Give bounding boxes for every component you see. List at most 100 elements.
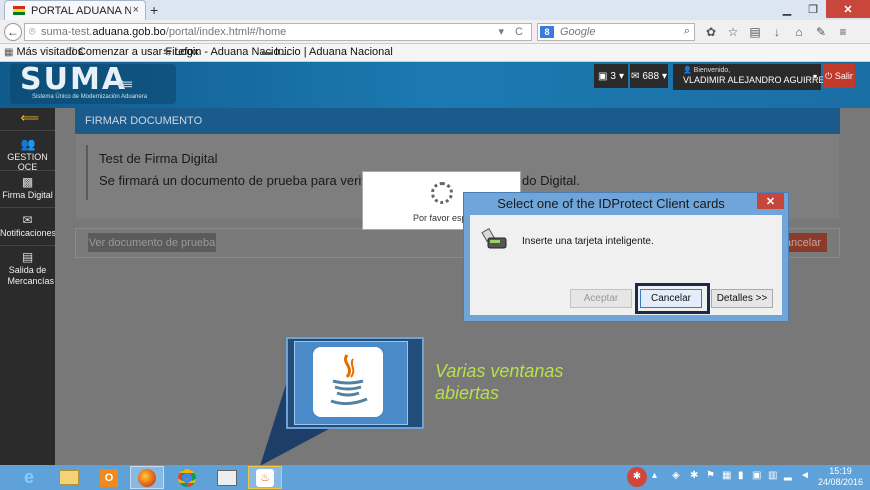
tray-bluetooth-icon[interactable]: ✱ (690, 470, 698, 481)
menu-icon[interactable]: ≡ (832, 23, 854, 41)
view-test-document-button[interactable]: Ver documento de prueba (88, 233, 216, 252)
bolivia-flag-icon (13, 6, 25, 15)
suma-logo[interactable]: SUMA ⇚ Sistema Único de Modernización Ad… (10, 62, 176, 104)
user-menu[interactable]: 👤 Bienvenido, VLADIMIR ALEJANDRO AGUIRRE… (673, 64, 835, 90)
panel-description: Se firmará un documento de prueba para v… (99, 173, 386, 188)
java-icon (313, 347, 383, 417)
tray-volume-icon[interactable]: ◄ (800, 470, 810, 481)
sidebar-item-firma-digital[interactable]: ▩ Firma Digital (0, 176, 55, 200)
logo-text: SUMA (20, 62, 128, 97)
toolbar-icons: ✿ ☆ ▤ ↓ ⌂ ✎ ≡ (700, 23, 854, 41)
panel-header-title: FIRMAR DOCUMENTO (85, 115, 203, 127)
welcome-text: 👤 Bienvenido, (683, 67, 731, 74)
firefox-icon (138, 468, 156, 487)
annotation-line-2: abiertas (435, 383, 500, 403)
envelope-icon: ✉ (22, 213, 33, 227)
bookmark-label: Inicio | Aduana Nacional (275, 46, 393, 58)
dialog-message: Inserte una tarjeta inteligente. (522, 236, 654, 247)
flag-arrow-icon: ⟸ (20, 110, 40, 125)
page-icon: ☐ (66, 46, 75, 58)
java-small-icon: ♨ (256, 468, 274, 487)
url-bar[interactable]: ⌾ suma-test.aduana.gob.bo/portal/index.h… (24, 23, 532, 41)
folder-icon (59, 470, 79, 485)
explorer-taskbar-button[interactable] (52, 466, 86, 489)
google-icon[interactable]: 8 (540, 26, 554, 38)
details-button[interactable]: Detalles >> (711, 289, 773, 308)
tray-battery-icon[interactable]: ▮ (738, 470, 744, 481)
restore-icon[interactable]: ❐ (800, 0, 826, 18)
annotation-line-1: Varias ventanas (435, 361, 564, 381)
outlook-taskbar-button[interactable]: O (92, 466, 126, 489)
sidebar-item-label: Notificaciones (0, 228, 57, 238)
divider (0, 130, 55, 131)
mail-count: 688 (642, 70, 660, 82)
internet-explorer-icon: e (23, 467, 34, 487)
back-button[interactable]: ← (4, 23, 22, 41)
tray-app-icon[interactable]: ◈ (672, 470, 680, 481)
ie-taskbar-button[interactable]: e (12, 466, 46, 489)
link-icon: ⇆ (163, 46, 172, 58)
reload-icon[interactable]: ▾ C (498, 25, 527, 38)
chrome-icon (178, 468, 196, 487)
new-tab-button[interactable]: + (150, 2, 158, 18)
tray-security-icon[interactable]: ▦ (722, 470, 731, 481)
divider (0, 207, 55, 208)
dialog-close-icon[interactable]: ✕ (757, 193, 784, 209)
tray-signal-icon[interactable]: ▂ (784, 470, 792, 481)
download-icon[interactable]: ↓ (766, 23, 788, 41)
cancel-button[interactable]: Cancelar (640, 289, 702, 308)
app-icon (217, 469, 237, 486)
divider (0, 170, 55, 171)
sidebar-item-label: Salida de Mercancías (7, 265, 55, 286)
power-icon: ⏻ (825, 70, 833, 81)
extension-icon[interactable]: ✎ (810, 23, 832, 41)
tray-expand-icon[interactable]: ▴ (652, 470, 657, 481)
addon-icon[interactable]: ✿ (700, 23, 722, 41)
taskbar-clock[interactable]: 15:19 24/08/2016 (818, 466, 863, 488)
smart-card-reader-icon (481, 228, 507, 249)
sidebar-item-salida-mercancias[interactable]: ▤ Salida de Mercancías (0, 251, 55, 287)
search-bar[interactable]: 8 Google ⌕ (537, 23, 695, 41)
sidebar-item-gestion-oce[interactable]: 👥 GESTION OCE (0, 138, 55, 172)
annotation-text: Varias ventanas abiertas (435, 360, 563, 404)
tab-close-icon[interactable]: × (133, 4, 139, 16)
bookmark-inicio-aduana[interactable]: ▬ Inicio | Aduana Nacional (262, 46, 393, 58)
minimize-icon[interactable]: ▁ (774, 0, 800, 18)
dialog-title: Select one of the IDProtect Client cards (497, 196, 725, 211)
logout-button[interactable]: ⏻ Salir (823, 64, 855, 88)
tray-flag-icon[interactable]: ⚑ (706, 470, 715, 481)
home-icon[interactable]: ⌂ (788, 23, 810, 41)
caret-icon: ▾ (812, 72, 817, 81)
document-icon: ▤ (21, 250, 34, 264)
logo-subtitle: Sistema Único de Modernización Aduanera (32, 94, 148, 100)
search-icon[interactable]: ⌕ (684, 25, 690, 38)
chrome-taskbar-button[interactable] (170, 466, 204, 489)
library-icon[interactable]: ▤ (744, 23, 766, 41)
caret-icon: ▾ (662, 70, 668, 82)
browser-tab[interactable]: PORTAL ADUANA NACIO... × (4, 0, 146, 20)
url-text: suma-test.aduana.gob.bo/portal/index.htm… (41, 26, 287, 38)
globe-icon: ⌾ (29, 26, 36, 38)
mail-button[interactable]: ✉ 688 ▾ (630, 64, 668, 88)
envelope-icon: ✉ (630, 70, 640, 82)
tray-device-icon[interactable]: ▣ (752, 470, 761, 481)
bookmark-star-icon[interactable]: ☆ (722, 23, 744, 41)
tray-alert-icon[interactable]: ✱ (627, 467, 647, 487)
notifications-button[interactable]: ▣ 3 ▾ (594, 64, 628, 88)
window-close-icon[interactable]: ✕ (826, 0, 870, 18)
notifications-count: 3 (610, 70, 616, 82)
panel-header: FIRMAR DOCUMENTO (75, 108, 840, 134)
firefox-taskbar-button[interactable] (130, 466, 164, 489)
app-taskbar-button[interactable] (210, 466, 244, 489)
panel-accent-line (86, 145, 88, 200)
users-icon: 👥 (20, 137, 36, 151)
sidebar-item-notificaciones[interactable]: ✉ Notificaciones (0, 213, 57, 238)
tray-network-icon[interactable]: ▥ (768, 470, 777, 481)
search-placeholder: Google (560, 26, 596, 38)
sidebar-toggle[interactable]: ⟸ (0, 110, 55, 126)
bookmarks-icon: ▦ (4, 46, 14, 58)
clock-date: 24/08/2016 (818, 477, 864, 487)
accept-button[interactable]: Aceptar (570, 289, 632, 308)
outlook-icon: O (100, 468, 118, 487)
java-taskbar-button[interactable]: ♨ (248, 466, 282, 489)
